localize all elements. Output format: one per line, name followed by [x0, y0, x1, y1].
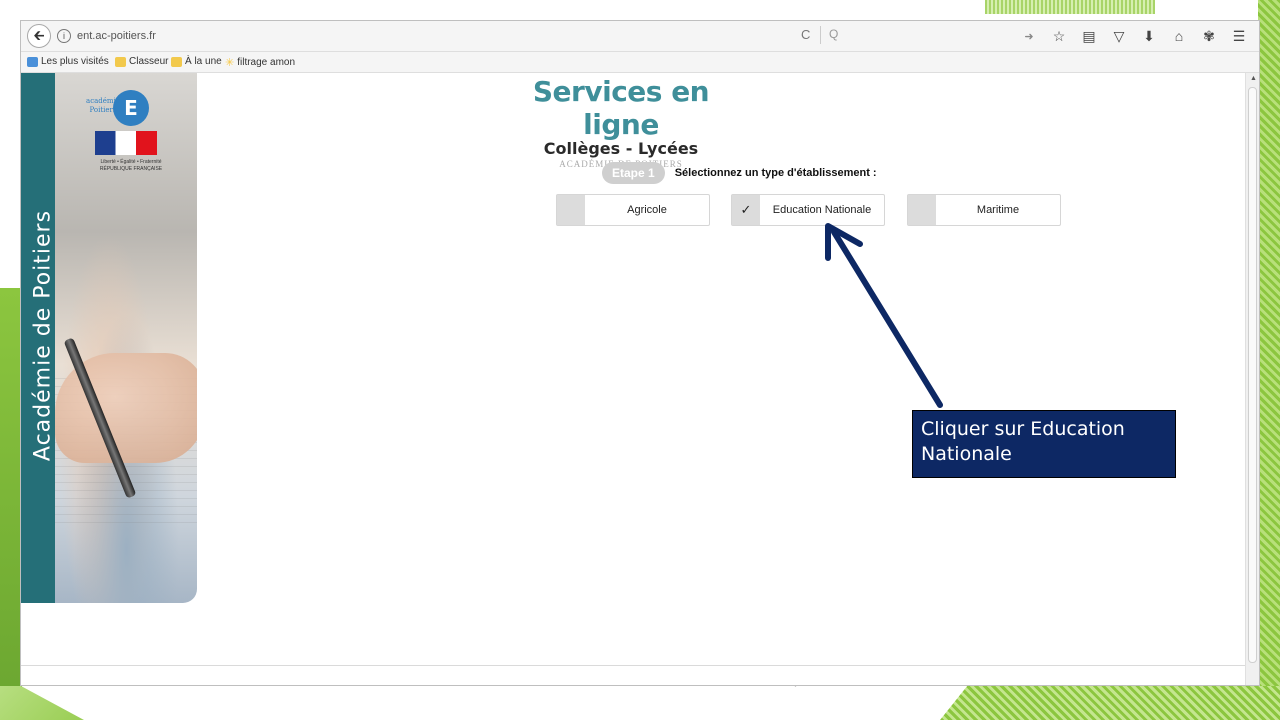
bookmark-les-plus-visites[interactable]: Les plus visités	[27, 56, 109, 67]
slide-decoration-bottom-left	[0, 686, 84, 720]
star-icon: ✳	[225, 57, 235, 69]
step-badge: Etape 1	[602, 162, 665, 184]
slide-decoration-top	[985, 0, 1155, 14]
reading-list-icon[interactable]: ▤	[1081, 28, 1097, 45]
page-subtitle: Collèges - Lycées	[543, 139, 699, 158]
page-footer-divider	[21, 665, 1245, 666]
marianne-logo: Liberté • Égalité • Fraternité RÉPUBLIQU…	[87, 131, 175, 179]
step-row: Etape 1 Sélectionnez un type d'établisse…	[602, 162, 877, 184]
arrow-right-icon[interactable]: ➜	[1021, 30, 1037, 43]
choice-label: Agricole	[627, 204, 667, 216]
search-icon: Q	[829, 27, 839, 41]
browser-toolbar: ➜ ☆ ▤ ▽ ⬇ ⌂ ✾ ☰	[1021, 25, 1247, 47]
reload-icon[interactable]: C	[801, 27, 810, 42]
url-field[interactable]: ent.ac-poitiers.fr	[77, 30, 156, 42]
vertical-scrollbar[interactable]: ▲	[1245, 73, 1259, 685]
star-icon[interactable]: ☆	[1051, 28, 1067, 45]
check-icon[interactable]: ✓	[732, 195, 760, 225]
scrollbar-thumb[interactable]	[1248, 87, 1257, 663]
back-button[interactable]: 🡰	[27, 24, 51, 48]
download-icon[interactable]: ⬇	[1141, 28, 1157, 45]
browser-window: 🡰 i ent.ac-poitiers.fr C Q ➜ ☆ ▤ ▽ ⬇ ⌂ ✾…	[20, 20, 1260, 686]
bookmark-a-la-une[interactable]: À la une	[171, 56, 222, 67]
arrow-left-icon: 🡰	[33, 27, 45, 43]
slide-decoration-right	[1258, 0, 1280, 720]
url-separator	[820, 26, 821, 44]
french-flag-icon	[95, 131, 157, 155]
bookmark-filtrage-amon[interactable]: ✳ filtrage amon	[225, 56, 295, 69]
page-title: Services en ligne	[532, 75, 710, 141]
marianne-caption: Liberté • Égalité • Fraternité RÉPUBLIQU…	[99, 159, 163, 172]
bookmark-label: filtrage amon	[237, 57, 296, 68]
sidebar-vertical-title: Académie de Poitiers	[30, 209, 56, 462]
svg-text:Poitiers: Poitiers	[89, 106, 116, 114]
web-page: Académie de Poitiers E académie Poitiers…	[21, 73, 1245, 685]
slide-decoration-bottom-right	[940, 686, 1280, 720]
bookmarks-bar: Les plus visités Classeur À la une ✳ fil…	[21, 52, 1259, 73]
bookmark-label: Classeur	[129, 56, 169, 67]
bookmark-label: Les plus visités	[41, 56, 109, 67]
home-icon[interactable]: ⌂	[1171, 28, 1187, 44]
bookmark-icon	[27, 56, 38, 67]
bookmark-label: À la une	[185, 56, 222, 67]
step-label: Sélectionnez un type d'établissement :	[674, 167, 877, 179]
site-header: Services en ligne Collèges - Lycées ACAD…	[521, 75, 721, 169]
pocket-icon[interactable]: ▽	[1111, 28, 1127, 45]
scroll-up-icon[interactable]: ▲	[1250, 75, 1257, 82]
rss-icon	[171, 56, 182, 67]
slide-decoration-left	[0, 0, 22, 720]
navigation-bar: 🡰 i ent.ac-poitiers.fr C Q ➜ ☆ ▤ ▽ ⬇ ⌂ ✾…	[21, 21, 1259, 52]
annotation-arrow	[825, 223, 943, 408]
svg-text:académie: académie	[86, 97, 120, 105]
folder-icon	[115, 56, 126, 67]
info-icon[interactable]: i	[57, 29, 71, 43]
bookmark-classeur[interactable]: Classeur	[115, 56, 168, 67]
checkbox[interactable]	[557, 195, 585, 225]
academie-logo: E académie Poitiers	[86, 90, 149, 126]
extension-icon[interactable]: ✾	[1201, 28, 1217, 45]
svg-text:E: E	[124, 96, 138, 120]
annotation-callout: Cliquer sur Education Nationale	[912, 410, 1176, 478]
sidebar-banner: Académie de Poitiers E académie Poitiers…	[21, 73, 197, 603]
menu-icon[interactable]: ☰	[1231, 28, 1247, 45]
choice-agricole[interactable]: Agricole	[556, 194, 710, 226]
